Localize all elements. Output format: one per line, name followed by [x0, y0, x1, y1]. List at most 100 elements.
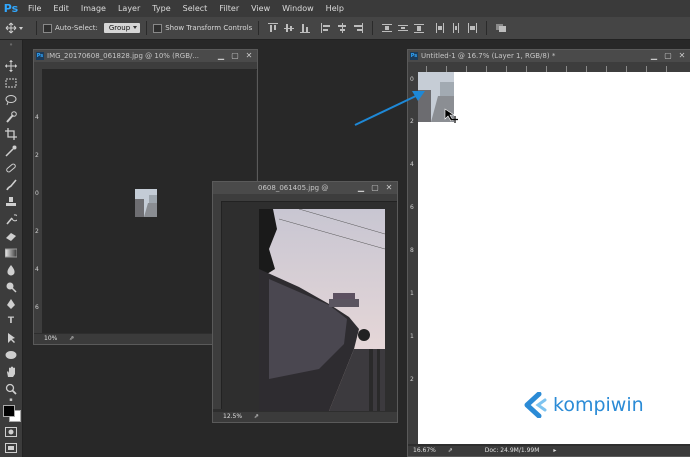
ruler-label: 1	[410, 290, 414, 297]
default-colors-icon[interactable]: ▪	[4, 396, 18, 404]
close-icon[interactable]: ✕	[243, 50, 255, 62]
auto-select-dropdown[interactable]: Group	[103, 23, 141, 33]
ps-document-icon: Ps	[410, 52, 418, 60]
distribute-left-icon[interactable]	[435, 23, 445, 33]
status-menu-arrow-icon[interactable]: ▸	[553, 447, 556, 454]
distribute-vcenter-icon[interactable]	[398, 23, 409, 33]
dodge-tool-icon[interactable]	[4, 280, 18, 293]
menu-image[interactable]: Image	[75, 4, 112, 13]
close-icon[interactable]: ✕	[383, 182, 395, 194]
quick-mask-icon[interactable]	[4, 425, 18, 438]
street-photo-canvas[interactable]	[259, 209, 385, 411]
tool-preset-picker[interactable]	[0, 21, 30, 35]
align-hcenter-icon[interactable]	[337, 23, 347, 33]
menu-help[interactable]: Help	[320, 4, 350, 13]
ruler-label: 0	[410, 76, 414, 83]
menu-file[interactable]: File	[22, 4, 47, 13]
distribute-top-icon[interactable]	[382, 23, 393, 33]
document-title: 0608_061405.jpg @	[258, 184, 329, 192]
blur-tool-icon[interactable]	[4, 263, 18, 276]
street-photo-thumbnail[interactable]	[135, 189, 157, 217]
align-vcenter-icon[interactable]	[284, 23, 295, 33]
menu-bar: Ps File Edit Image Layer Type Select Fil…	[0, 0, 690, 17]
menu-type[interactable]: Type	[146, 4, 176, 13]
kompiwin-logo-icon	[524, 392, 547, 418]
separator	[258, 21, 260, 35]
menu-view[interactable]: View	[245, 4, 276, 13]
watermark-text: kompiwin	[553, 394, 644, 416]
zoom-level[interactable]: 16.67%	[413, 447, 436, 454]
menu-edit[interactable]: Edit	[47, 4, 75, 13]
zoom-level[interactable]: 12.5%	[223, 413, 242, 420]
align-top-icon[interactable]	[268, 23, 279, 33]
marquee-tool-icon[interactable]	[4, 76, 18, 89]
horizontal-ruler	[213, 194, 397, 202]
ruler-label: 4	[410, 161, 414, 168]
collapse-icon[interactable]: »	[4, 42, 18, 48]
tools-panel: » T ▪	[0, 40, 23, 457]
blank-canvas[interactable]: kompiwin	[418, 72, 690, 444]
clone-stamp-tool-icon[interactable]	[4, 195, 18, 208]
auto-select-label: Auto-Select:	[55, 24, 98, 32]
lasso-tool-icon[interactable]	[4, 93, 18, 106]
zoom-level[interactable]: 10%	[44, 335, 57, 342]
minimize-icon[interactable]: ▁	[355, 182, 367, 194]
show-transform-label: Show Transform Controls	[165, 24, 253, 32]
hand-tool-icon[interactable]	[4, 365, 18, 378]
type-tool-icon[interactable]: T	[4, 314, 18, 327]
path-select-tool-icon[interactable]	[4, 331, 18, 344]
maximize-icon[interactable]: ▢	[369, 182, 381, 194]
align-left-icon[interactable]	[321, 23, 331, 33]
ps-document-icon: Ps	[36, 52, 44, 60]
maximize-icon[interactable]: ▢	[662, 50, 674, 62]
separator	[36, 21, 37, 35]
quick-select-tool-icon[interactable]	[4, 110, 18, 123]
distribute-bottom-icon[interactable]	[414, 23, 425, 33]
share-icon[interactable]: ⇗	[69, 335, 74, 342]
ellipse-tool-icon[interactable]	[4, 348, 18, 361]
photoshop-logo: Ps	[3, 2, 19, 15]
auto-align-layers-icon[interactable]	[496, 23, 507, 33]
history-brush-tool-icon[interactable]	[4, 212, 18, 225]
show-transform-checkbox[interactable]	[153, 23, 163, 33]
move-cursor-icon	[444, 108, 458, 123]
ruler-label: 6	[35, 304, 39, 311]
eraser-tool-icon[interactable]	[4, 229, 18, 242]
align-bottom-icon[interactable]	[300, 23, 311, 33]
pen-tool-icon[interactable]	[4, 297, 18, 310]
document-size-info: Doc: 24.9M/1.99M	[484, 447, 540, 454]
minimize-icon[interactable]: ▁	[648, 50, 660, 62]
zoom-tool-icon[interactable]	[4, 382, 18, 395]
ruler-label: 1	[410, 333, 414, 340]
menu-layer[interactable]: Layer	[112, 4, 146, 13]
crop-tool-icon[interactable]	[4, 127, 18, 140]
distribute-hcenter-icon[interactable]	[451, 23, 461, 33]
ruler-label: 4	[35, 266, 39, 273]
annotation-arrow	[354, 91, 425, 126]
menu-filter[interactable]: Filter	[213, 4, 245, 13]
share-icon[interactable]: ⇗	[254, 413, 259, 420]
maximize-icon[interactable]: ▢	[229, 50, 241, 62]
ruler-label: 2	[410, 376, 414, 383]
ruler-label: 2	[35, 152, 39, 159]
menu-window[interactable]: Window	[276, 4, 320, 13]
eyedropper-tool-icon[interactable]	[4, 144, 18, 157]
foreground-color-swatch[interactable]	[3, 405, 15, 417]
brush-tool-icon[interactable]	[4, 178, 18, 191]
share-icon[interactable]: ⇗	[448, 447, 453, 454]
document-window-img-061405[interactable]: 0608_061405.jpg @ ▁ ▢ ✕ 12.5% ⇗	[212, 181, 398, 423]
document-window-untitled[interactable]: Ps Untitled-1 @ 16.7% (Layer 1, RGB/8) * …	[407, 49, 690, 457]
close-icon[interactable]: ✕	[676, 50, 688, 62]
auto-select-checkbox[interactable]	[43, 23, 52, 33]
screen-mode-icon[interactable]	[4, 441, 18, 454]
move-tool-icon[interactable]	[4, 59, 18, 72]
gradient-tool-icon[interactable]	[4, 246, 18, 259]
minimize-icon[interactable]: ▁	[215, 50, 227, 62]
status-bar: 16.67% ⇗ Doc: 24.9M/1.99M ▸	[408, 446, 690, 456]
menu-select[interactable]: Select	[177, 4, 214, 13]
status-bar: 12.5% ⇗	[213, 412, 397, 422]
watermark: kompiwin	[523, 392, 644, 418]
healing-brush-tool-icon[interactable]	[4, 161, 18, 174]
align-right-icon[interactable]	[353, 23, 364, 33]
distribute-right-icon[interactable]	[467, 23, 478, 33]
